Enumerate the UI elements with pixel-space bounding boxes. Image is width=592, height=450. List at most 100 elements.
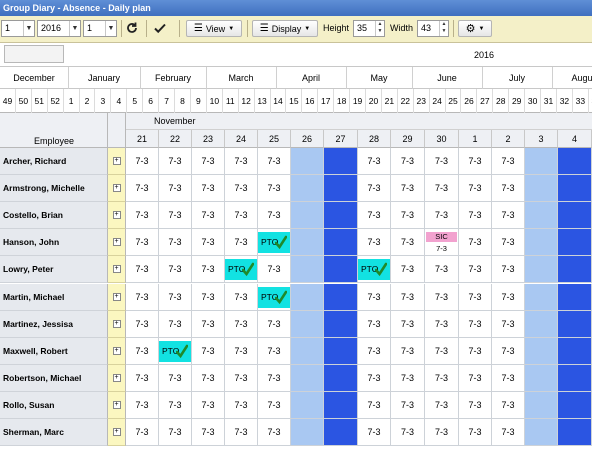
shift-cell[interactable]: 7-3 [492,337,525,365]
pto-cell[interactable]: PTO [358,256,391,284]
shift-cell[interactable]: 7-3 [258,256,291,284]
day-column-header[interactable]: 29 [391,130,425,148]
shift-cell[interactable]: 7-3 [258,202,291,230]
shift-cell[interactable]: 7-3 [225,148,258,175]
employee-name[interactable]: Martin, Michael [0,283,108,311]
shift-cell[interactable]: 7-3 [391,175,425,203]
weekend-cell[interactable] [558,310,592,338]
weekend-cell[interactable] [558,337,592,365]
shift-cell[interactable]: 7-3 [358,148,391,175]
week-number[interactable]: 24 [430,89,446,113]
weekend-cell[interactable] [291,337,324,365]
shift-cell[interactable]: 7-3 [459,202,492,230]
shift-cell[interactable]: 7-3 [258,148,291,175]
shift-cell[interactable]: 7-3 [126,391,159,419]
shift-cell[interactable]: 7-3 [159,202,192,230]
weekend-cell[interactable] [558,202,592,230]
shift-cell[interactable]: 7-3 [225,229,258,257]
shift-cell[interactable]: 7-3 [391,148,425,175]
shift-cell[interactable]: 7-3 [192,364,225,392]
shift-cell[interactable]: 7-3 [258,175,291,203]
employee-name[interactable]: Lowry, Peter [0,256,108,284]
shift-cell[interactable]: 7-3 [358,175,391,203]
week-number[interactable]: 12 [239,89,255,113]
shift-cell[interactable]: 7-3 [391,337,425,365]
shift-cell[interactable]: 7-3 [425,337,459,365]
shift-cell[interactable]: 7-3 [358,364,391,392]
shift-cell[interactable]: 7-3 [459,310,492,338]
shift-cell[interactable]: 7-3 [126,337,159,365]
expand-row-button[interactable]: + [108,391,126,419]
weekend-cell[interactable] [525,283,558,311]
weekend-cell[interactable] [558,256,592,284]
employee-name[interactable]: Hanson, John [0,229,108,257]
shift-cell[interactable]: 7-3 [425,148,459,175]
shift-cell[interactable]: 7-3 [358,419,391,446]
shift-cell[interactable]: 7-3 [159,310,192,338]
weekend-cell[interactable] [558,364,592,392]
pto-cell[interactable]: PTO [225,256,258,284]
weekend-cell[interactable] [525,229,558,257]
shift-cell[interactable]: 7-3 [391,419,425,446]
weekend-cell[interactable] [324,364,358,392]
month-label[interactable]: Augu [552,67,592,89]
shift-cell[interactable]: 7-3 [126,229,159,257]
shift-cell[interactable]: 7-3 [391,364,425,392]
sick-cell[interactable]: SIC 7-3 [425,229,459,257]
shift-cell[interactable]: 7-3 [358,283,391,311]
weekend-cell[interactable] [324,283,358,311]
day-column-header[interactable]: 23 [192,130,225,148]
weekend-cell[interactable] [525,148,558,175]
timeline-tab[interactable] [4,45,64,63]
day-column-header[interactable]: 4 [558,130,592,148]
shift-cell[interactable]: 7-3 [126,419,159,446]
shift-cell[interactable]: 7-3 [459,256,492,284]
chevron-down-icon[interactable]: ▼ [23,21,34,36]
weekend-cell[interactable] [291,419,324,446]
pto-cell[interactable]: PTO [258,283,291,311]
weekend-cell[interactable] [558,391,592,419]
shift-cell[interactable]: 7-3 [459,148,492,175]
week-number[interactable]: 18 [334,89,351,113]
shift-cell[interactable]: 7-3 [459,337,492,365]
shift-cell[interactable]: 7-3 [225,419,258,446]
week-number[interactable]: 28 [493,89,510,113]
day-column-header[interactable]: 24 [225,130,258,148]
shift-cell[interactable]: 7-3 [192,202,225,230]
shift-cell[interactable]: 7-3 [126,256,159,284]
settings-button[interactable]: ⚙ ▼ [458,20,492,37]
shift-cell[interactable]: 7-3 [192,256,225,284]
stepper-arrows-icon[interactable]: ▲ ▼ [375,21,384,36]
weekend-cell[interactable] [324,148,358,175]
week-number[interactable]: 30 [525,89,542,113]
shift-cell[interactable]: 7-3 [159,419,192,446]
shift-cell[interactable]: 7-3 [391,391,425,419]
weekend-cell[interactable] [525,310,558,338]
shift-cell[interactable]: 7-3 [225,310,258,338]
week-number[interactable]: 32 [557,89,573,113]
month-label[interactable]: June [412,67,482,89]
shift-cell[interactable]: 7-3 [492,391,525,419]
week-number[interactable]: 21 [382,89,398,113]
shift-cell[interactable]: 7-3 [492,310,525,338]
day-column-header[interactable]: 21 [126,130,159,148]
shift-cell[interactable]: 7-3 [192,310,225,338]
expand-row-button[interactable]: + [108,229,126,257]
shift-cell[interactable]: 7-3 [225,283,258,311]
shift-cell[interactable]: 7-3 [425,256,459,284]
shift-cell[interactable]: 7-3 [159,175,192,203]
weekend-cell[interactable] [558,175,592,203]
weekend-cell[interactable] [324,256,358,284]
weekend-cell[interactable] [525,337,558,365]
weekend-cell[interactable] [324,337,358,365]
shift-cell[interactable]: 7-3 [425,202,459,230]
day-column-header[interactable]: 30 [425,130,459,148]
week-number[interactable]: 2 [80,89,96,113]
weekend-cell[interactable] [558,419,592,446]
shift-cell[interactable]: 7-3 [225,337,258,365]
weekend-cell[interactable] [525,202,558,230]
expand-row-button[interactable]: + [108,283,126,311]
day-column-header[interactable]: 26 [291,130,324,148]
group-select[interactable]: 1 ▼ [1,20,35,37]
week-number[interactable]: 31 [541,89,557,113]
